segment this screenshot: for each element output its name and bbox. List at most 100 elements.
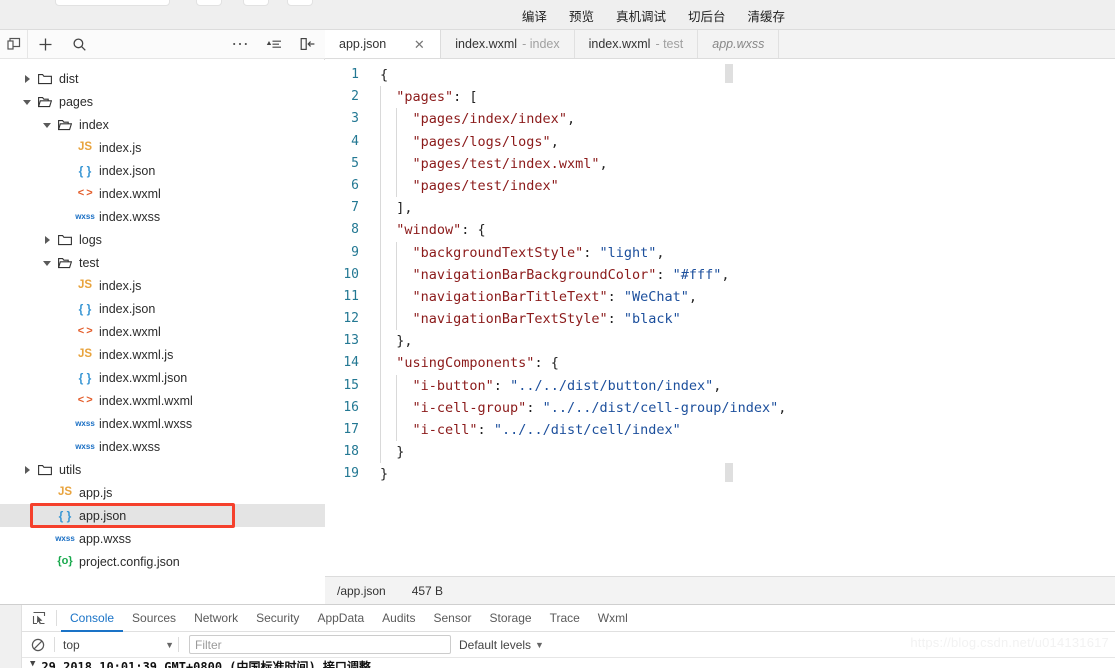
- file-tree-label: index.js: [99, 278, 142, 293]
- code-line-text: "pages/logs/logs",: [369, 130, 559, 153]
- devtools-tab-audits[interactable]: Audits: [373, 605, 424, 632]
- editor-tab-name: app.wxss: [712, 37, 765, 51]
- devtools-tab-network[interactable]: Network: [185, 605, 247, 632]
- editor-tab[interactable]: app.json ✕: [325, 30, 442, 58]
- code-token-str: "WeChat": [623, 288, 689, 305]
- code-viewport[interactable]: 1{2 "pages": [3 "pages/index/index", 4 "p…: [325, 59, 1115, 575]
- plus-icon[interactable]: [28, 30, 62, 59]
- file-tree-row[interactable]: < > index.wxml: [0, 182, 325, 205]
- log-expand-arrow-icon[interactable]: ▼: [30, 659, 35, 668]
- indent-guide: [380, 308, 381, 331]
- editor-statusbar: /app.json 457 B: [325, 576, 1115, 604]
- search-icon[interactable]: [62, 30, 96, 59]
- console-log-row[interactable]: ▼ 29 2018 10:01:39 GMT+0800 (中国标准时间) 接口调…: [22, 658, 1115, 668]
- devtools-tab-wxml[interactable]: Wxml: [589, 605, 637, 632]
- editor-tab[interactable]: index.wxml - index: [441, 30, 575, 58]
- sort-icon[interactable]: [257, 30, 291, 59]
- line-number: 15: [343, 377, 359, 393]
- compile-button[interactable]: 编译: [522, 6, 547, 25]
- file-tree-label: utils: [59, 462, 82, 477]
- code-line: 15 "i-button": "../../dist/button/index"…: [325, 374, 1115, 397]
- preview-button[interactable]: 预览: [569, 6, 594, 25]
- devtools-tab-console[interactable]: Console: [61, 605, 123, 632]
- indent-guide: [380, 108, 381, 131]
- twisty-right-icon[interactable]: [42, 234, 53, 245]
- code-line-text: {: [369, 64, 388, 86]
- twisty-right-icon[interactable]: [22, 464, 33, 475]
- background-button[interactable]: 切后台: [688, 6, 726, 25]
- file-tree-row[interactable]: wxss app.wxss: [0, 527, 325, 550]
- code-token-str: "light": [599, 244, 657, 261]
- devtools-tab-sensor[interactable]: Sensor: [425, 605, 481, 632]
- devtools-tab-trace[interactable]: Trace: [541, 605, 589, 632]
- file-tree-row[interactable]: JS index.js: [0, 136, 325, 159]
- code-token-pun: :: [656, 266, 673, 283]
- file-tree-row[interactable]: { } index.wxml.json: [0, 366, 325, 389]
- devtools-tab-storage[interactable]: Storage: [481, 605, 541, 632]
- twisty-down-icon[interactable]: [22, 96, 33, 107]
- code-token-pun: ,: [713, 377, 722, 394]
- devtools-tab-sources[interactable]: Sources: [123, 605, 185, 632]
- remote-debug-button[interactable]: 真机调试: [616, 6, 666, 25]
- file-tree-row-selected[interactable]: { } app.json: [0, 504, 325, 527]
- clear-console-icon[interactable]: [22, 632, 54, 658]
- devtools-tab-security[interactable]: Security: [247, 605, 308, 632]
- code-line-text: }: [369, 463, 388, 485]
- code-token-key: "i-cell-group": [412, 399, 527, 416]
- code-line: 5 "pages/test/index.wxml",: [325, 152, 1115, 175]
- console-levels-select[interactable]: Default levels ▼: [459, 638, 544, 652]
- editor-tab[interactable]: index.wxml - test: [575, 30, 699, 58]
- twisty-down-icon[interactable]: [42, 257, 53, 268]
- clear-cache-button[interactable]: 清缓存: [747, 6, 785, 25]
- file-tree-row[interactable]: wxss index.wxss: [0, 205, 325, 228]
- file-tree-row[interactable]: utils: [0, 458, 325, 481]
- console-context-select[interactable]: top ▼: [63, 635, 178, 655]
- code-token-key: "pages/test/index": [412, 177, 559, 194]
- file-tree-row[interactable]: test: [0, 251, 325, 274]
- folder-open-icon: [55, 119, 75, 131]
- line-number: 18: [343, 444, 359, 460]
- file-tree-row[interactable]: {o} project.config.json: [0, 550, 325, 573]
- panel-icon[interactable]: [0, 29, 28, 59]
- file-tree-row[interactable]: index: [0, 113, 325, 136]
- file-explorer-sidebar: dist pages index JS index.js { } index.json < >…: [0, 29, 325, 604]
- file-tree-row[interactable]: logs: [0, 228, 325, 251]
- editor-tab[interactable]: app.wxss: [698, 30, 780, 58]
- file-tree-row[interactable]: JS app.js: [0, 481, 325, 504]
- file-tree-row[interactable]: < > index.wxml.wxml: [0, 389, 325, 412]
- file-tree[interactable]: dist pages index JS index.js { } index.json < >…: [0, 60, 325, 604]
- file-tree-row[interactable]: < > index.wxml: [0, 320, 325, 343]
- line-number: 6: [351, 177, 359, 193]
- console-filter-input[interactable]: [189, 635, 451, 654]
- file-tree-row[interactable]: { } index.json: [0, 159, 325, 182]
- twisty-right-icon[interactable]: [22, 73, 33, 84]
- file-tree-row[interactable]: JS index.js: [0, 274, 325, 297]
- devtools-tab-appdata[interactable]: AppData: [308, 605, 373, 632]
- file-tree-row[interactable]: dist: [0, 67, 325, 90]
- collapse-panel-icon[interactable]: [291, 30, 325, 59]
- file-tree-row[interactable]: { } index.json: [0, 297, 325, 320]
- file-tree-row[interactable]: JS index.wxml.js: [0, 343, 325, 366]
- filter-separator-1: [54, 637, 55, 652]
- code-token-pun: {: [380, 67, 389, 83]
- code-line: 9 "backgroundTextStyle": "light",: [325, 241, 1115, 264]
- code-token-pun: ,: [599, 155, 608, 172]
- file-tree-row[interactable]: pages: [0, 90, 325, 113]
- js-file-icon: JS: [77, 278, 93, 291]
- close-icon[interactable]: ✕: [412, 37, 426, 51]
- file-tree-row[interactable]: wxss index.wxml.wxss: [0, 412, 325, 435]
- indent-guide: [380, 352, 381, 375]
- inspect-element-icon[interactable]: [22, 605, 56, 632]
- top-ghost-control-3: [243, 0, 269, 6]
- code-token-key: "backgroundTextStyle": [412, 244, 584, 261]
- twisty-down-icon[interactable]: [42, 119, 53, 130]
- ellipsis-icon[interactable]: [223, 30, 257, 59]
- file-tree-row[interactable]: wxss index.wxss: [0, 435, 325, 458]
